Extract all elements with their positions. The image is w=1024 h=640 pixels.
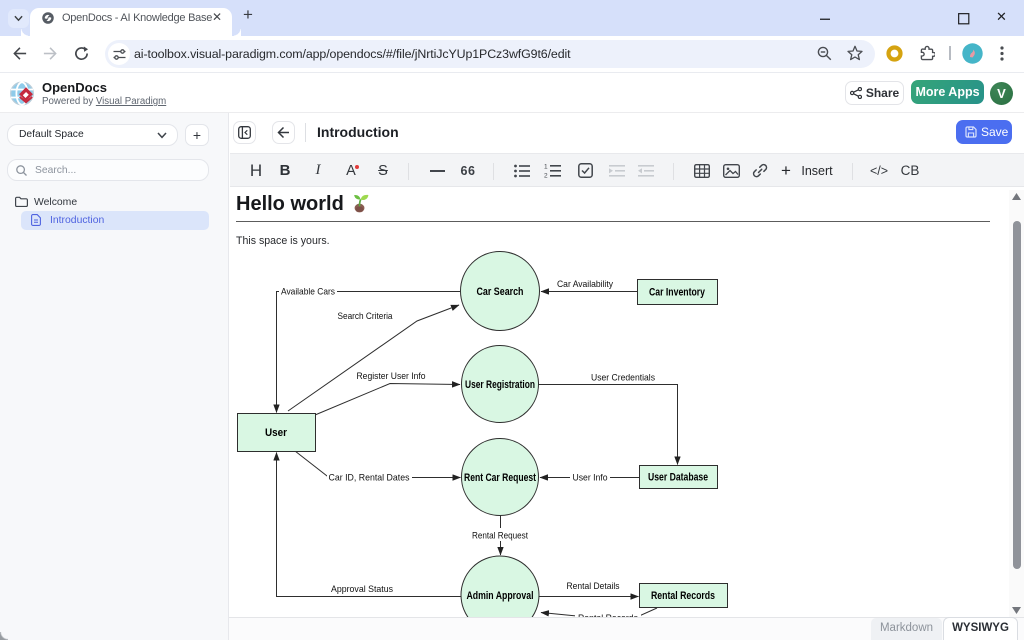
- svg-text:Rental Records: Rental Records: [651, 590, 715, 602]
- svg-text:Car Search: Car Search: [477, 286, 524, 298]
- svg-text:Car ID, Rental Dates: Car ID, Rental Dates: [329, 473, 410, 484]
- svg-text:Approval Status: Approval Status: [331, 584, 393, 595]
- svg-text:Rental Request: Rental Request: [472, 531, 528, 542]
- svg-text:User Database: User Database: [648, 472, 708, 484]
- svg-text:Register User Info: Register User Info: [357, 371, 426, 382]
- svg-text:Search Criteria: Search Criteria: [338, 311, 394, 322]
- svg-text:User: User: [265, 427, 288, 439]
- svg-text:Car Inventory: Car Inventory: [649, 287, 706, 299]
- svg-text:User Credentials: User Credentials: [591, 373, 655, 384]
- svg-text:Available Cars: Available Cars: [281, 287, 335, 298]
- svg-text:Rental Details: Rental Details: [567, 581, 620, 592]
- svg-text:Car Availability: Car Availability: [557, 279, 613, 290]
- svg-text:Admin Approval: Admin Approval: [467, 590, 534, 602]
- svg-text:1: 1: [544, 164, 548, 171]
- svg-text:2: 2: [544, 173, 548, 179]
- svg-text:User Info: User Info: [573, 473, 608, 484]
- svg-text:User Registration: User Registration: [465, 379, 535, 391]
- svg-text:Rent Car Request: Rent Car Request: [464, 472, 536, 484]
